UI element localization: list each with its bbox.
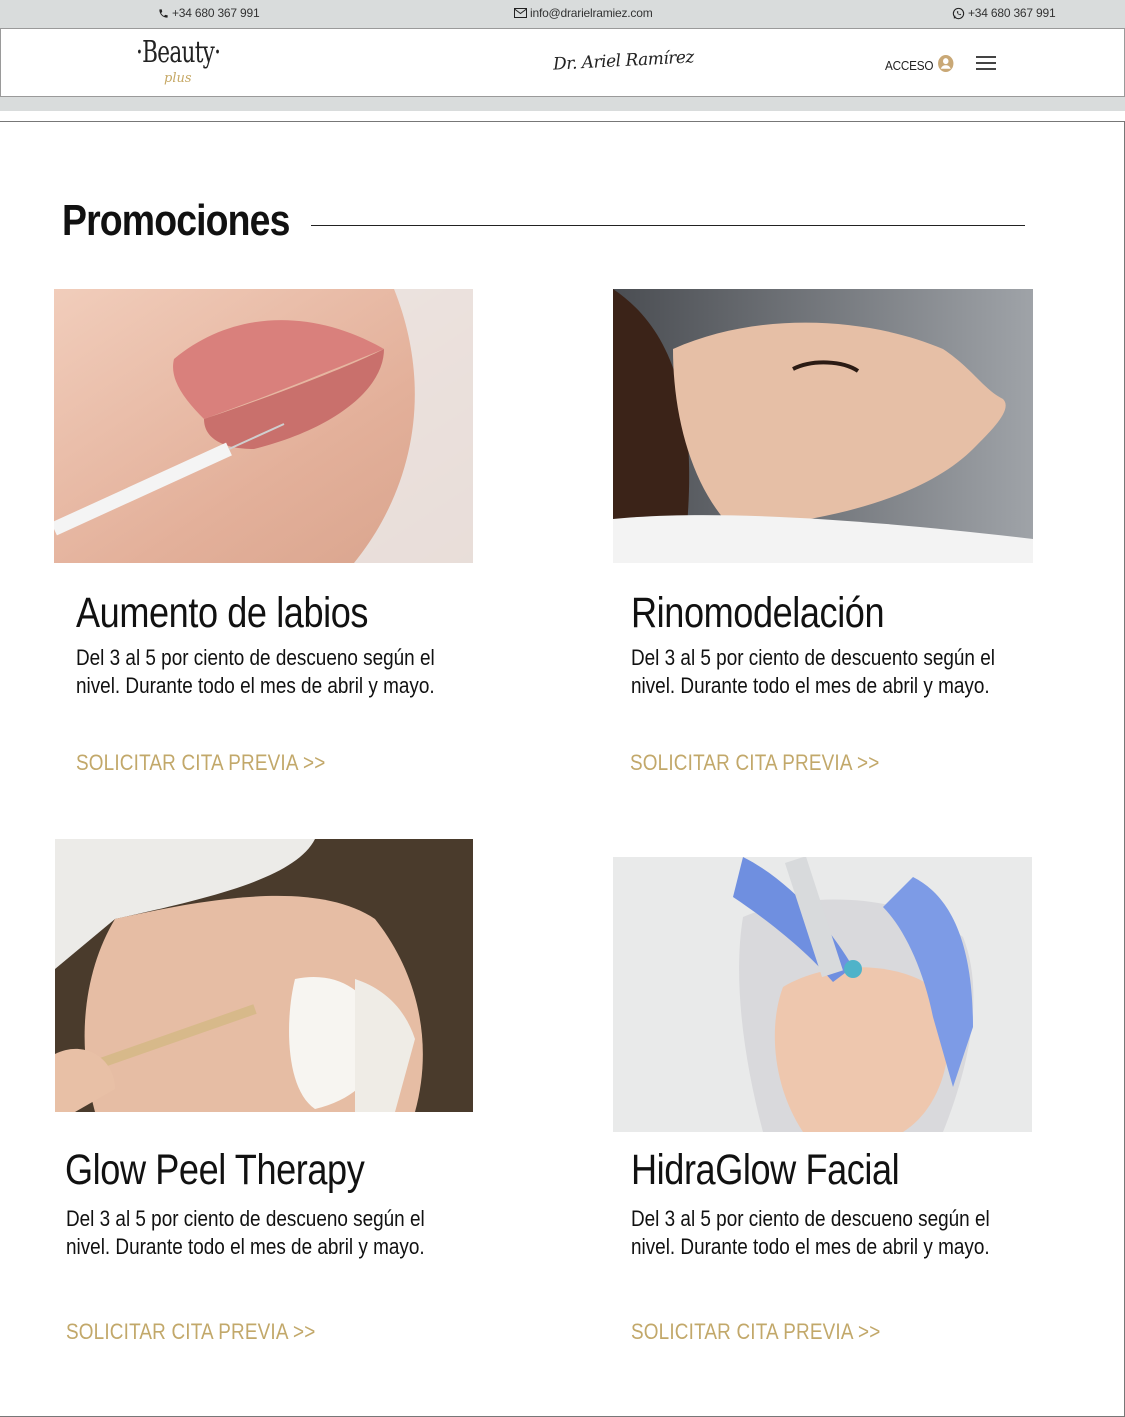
- doctor-signature-logo[interactable]: Dr. Ariel Ramírez: [553, 47, 695, 74]
- phone-text: +34 680 367 991: [172, 6, 260, 20]
- contact-bar: +34 680 367 991 info@drarielramiez.com +…: [0, 0, 1125, 28]
- book-appointment-link[interactable]: SOLICITAR CITA PREVIA >>: [630, 750, 879, 776]
- book-appointment-link[interactable]: SOLICITAR CITA PREVIA >>: [76, 750, 325, 776]
- logo-wordmark: ·Beauty·: [136, 35, 221, 70]
- beauty-plus-logo[interactable]: ·Beauty· plus: [136, 35, 226, 95]
- card-title: HidraGlow Facial: [631, 1146, 900, 1194]
- whatsapp-link[interactable]: +34 680 367 991: [952, 6, 1056, 20]
- card-description: Del 3 al 5 por ciento de descueno según …: [66, 1206, 425, 1259]
- hamburger-menu-icon[interactable]: [976, 55, 998, 71]
- phone-link[interactable]: +34 680 367 991: [158, 6, 260, 20]
- login-button[interactable]: ACCESO: [885, 54, 954, 76]
- login-label: ACCESO: [885, 57, 934, 73]
- logo-subtext: plus: [164, 71, 192, 86]
- phone-icon: [158, 8, 169, 19]
- email-link[interactable]: info@drarielramiez.com: [514, 6, 653, 20]
- title-divider: [311, 225, 1025, 226]
- card-title: Aumento de labios: [76, 589, 369, 637]
- card-description: Del 3 al 5 por ciento de descueno según …: [76, 645, 435, 698]
- user-circle-icon: [937, 54, 954, 76]
- book-appointment-link[interactable]: SOLICITAR CITA PREVIA >>: [66, 1319, 315, 1345]
- whatsapp-icon: [952, 7, 965, 20]
- page-title: Promociones: [62, 196, 290, 245]
- book-appointment-link[interactable]: SOLICITAR CITA PREVIA >>: [631, 1319, 880, 1345]
- site-header: ·Beauty· plus Dr. Ariel Ramírez ACCESO: [0, 28, 1125, 97]
- rhinomodelling-image: [613, 289, 1033, 563]
- promotions-section: Promociones Aumento de labios Del 3 al 5…: [0, 121, 1125, 1417]
- email-text: info@drarielramiez.com: [530, 6, 653, 20]
- glow-peel-image: [55, 839, 473, 1112]
- lip-augmentation-image: [54, 289, 473, 563]
- card-description: Del 3 al 5 por ciento de descueno según …: [631, 1206, 990, 1259]
- card-description: Del 3 al 5 por ciento de descuento según…: [631, 645, 995, 698]
- header-divider-band: [0, 97, 1125, 111]
- card-title: Glow Peel Therapy: [65, 1146, 365, 1194]
- whatsapp-text: +34 680 367 991: [968, 6, 1056, 20]
- envelope-icon: [514, 8, 527, 18]
- card-title: Rinomodelación: [631, 589, 885, 637]
- hydraglow-facial-image: [613, 857, 1032, 1132]
